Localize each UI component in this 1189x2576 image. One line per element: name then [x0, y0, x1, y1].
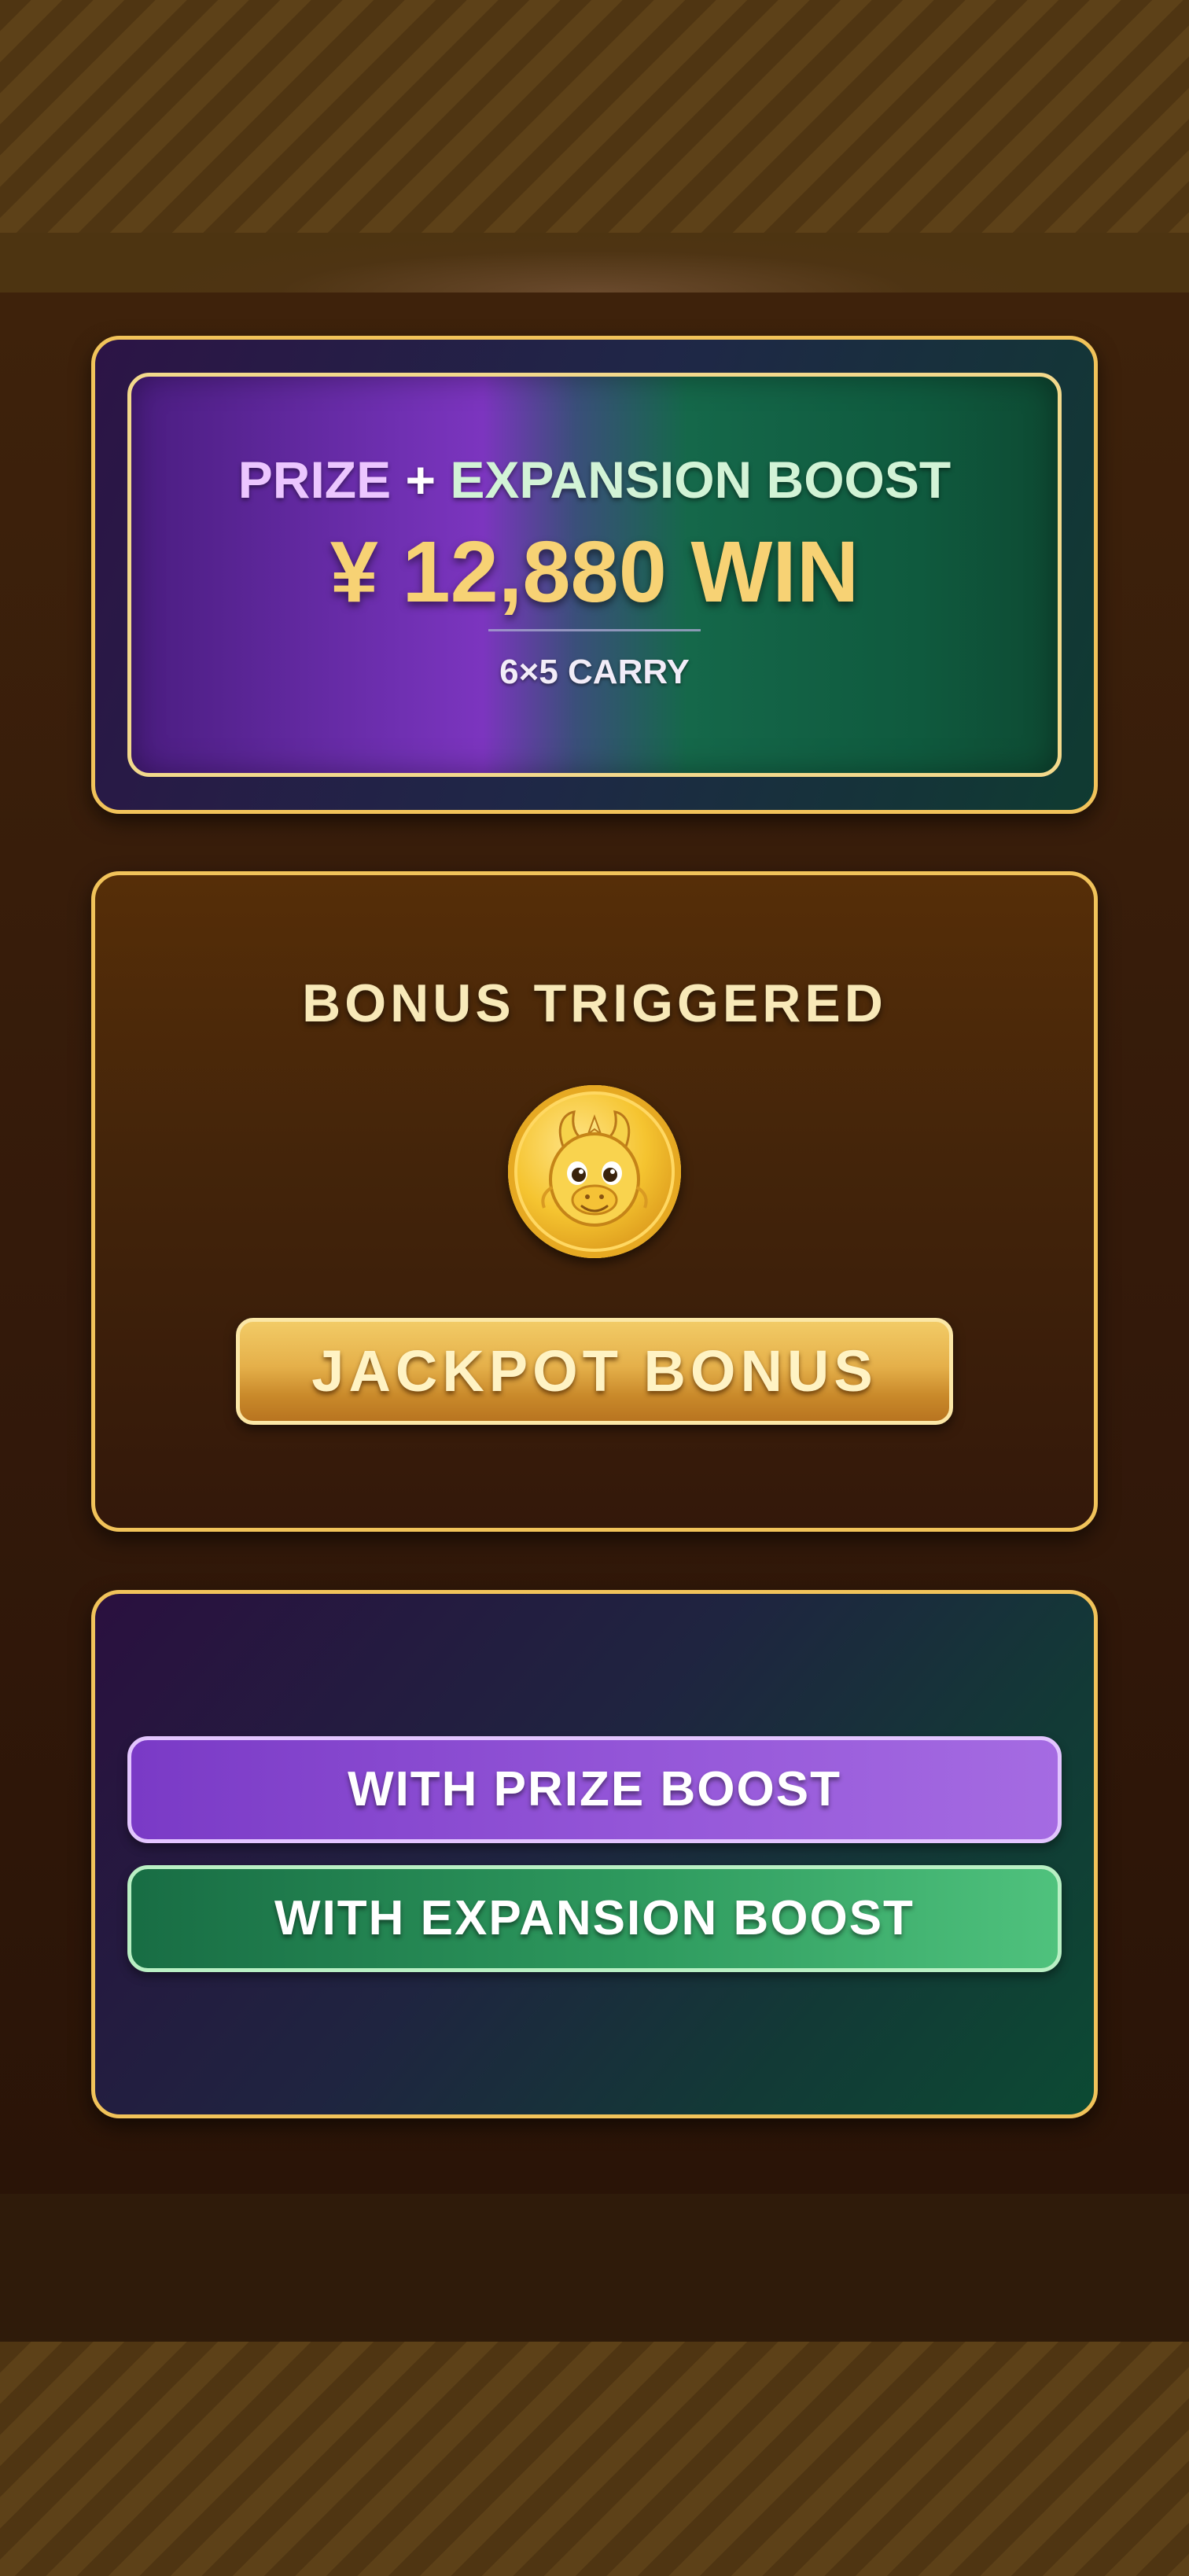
- headline-prize: PRIZE: [237, 451, 392, 509]
- boost-headline: PRIZE + EXPANSION BOOST: [127, 450, 1062, 510]
- with-prize-boost-button[interactable]: WITH PRIZE BOOST: [127, 1736, 1062, 1843]
- dragon-coin-icon: [508, 1085, 681, 1258]
- jackpot-bonus-button[interactable]: JACKPOT BONUS: [236, 1318, 953, 1425]
- headline-expansion-boost: EXPANSION BOOST: [450, 451, 952, 509]
- with-expansion-boost-button[interactable]: WITH EXPANSION BOOST: [127, 1865, 1062, 1972]
- top-pattern-band: [0, 0, 1189, 233]
- bonus-triggered-title: BONUS TRIGGERED: [302, 973, 887, 1033]
- headline-plus: +: [405, 451, 436, 509]
- boost-select-card: [91, 1590, 1098, 2118]
- carry-label: 6×5 CARRY: [499, 653, 690, 691]
- bottom-pattern-band: [0, 2342, 1189, 2576]
- top-glow-band: [0, 233, 1189, 293]
- bottom-band: [0, 2194, 1189, 2342]
- divider-line: [488, 629, 701, 631]
- win-amount: ¥ 12,880 WIN: [329, 524, 860, 620]
